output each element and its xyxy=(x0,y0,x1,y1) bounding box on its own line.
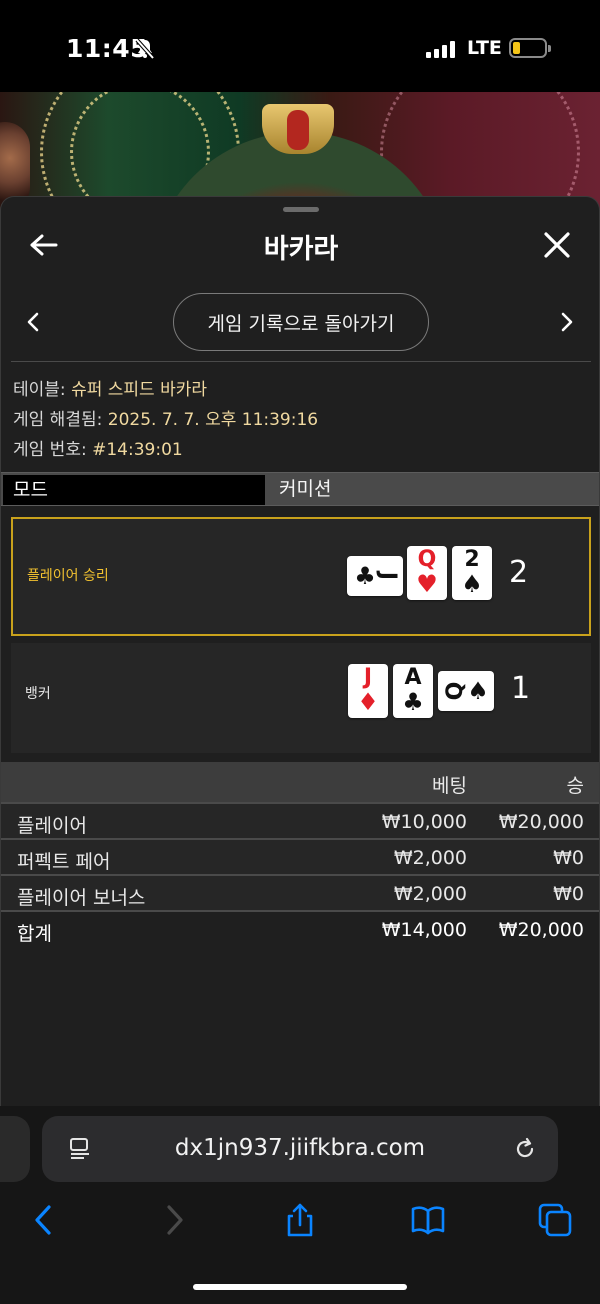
game-background xyxy=(0,92,600,212)
player-card-2-suit: ♥ xyxy=(416,570,438,598)
bet-column-header: 베팅 xyxy=(432,775,467,797)
muted-bell-icon xyxy=(135,38,155,60)
banker-card-1-suit: ♦ xyxy=(357,688,379,716)
tabs-icon[interactable] xyxy=(537,1202,573,1238)
player-card-3-suit: ♠ xyxy=(461,570,483,598)
next-game-chevron-icon[interactable] xyxy=(557,311,577,333)
bookmarks-icon[interactable] xyxy=(410,1202,446,1238)
banker-card-2-rank: A xyxy=(404,665,422,690)
banker-card-1-rank: J xyxy=(363,665,373,690)
banker-card-3: Q ♠ xyxy=(438,671,494,711)
browser-forward-icon[interactable] xyxy=(156,1202,192,1238)
total-row: 합계 ₩14,000 ₩20,000 xyxy=(1,910,599,946)
banker-card-1: J ♦ xyxy=(348,664,388,718)
player-score: 2 xyxy=(509,555,529,590)
player-card-1-rank: J xyxy=(375,571,400,581)
game-detail-sheet: 바카라 게임 기록으로 돌아가기 테이블: 슈퍼 스피드 바카라 게임 해결됨:… xyxy=(0,196,600,1106)
status-bar: 11:45 LTE xyxy=(0,0,600,92)
close-icon[interactable] xyxy=(543,231,571,259)
player-card-1: ♣ J xyxy=(347,556,403,596)
game-number-info: 게임 번호: #14:39:01 xyxy=(13,435,183,460)
sheet-title: 바카라 xyxy=(263,234,339,265)
game-navigation: 게임 기록으로 돌아가기 xyxy=(1,293,599,353)
banker-result-label: 뱅커 xyxy=(25,686,51,702)
table-row: 플레이어 ₩10,000 ₩20,000 xyxy=(1,802,599,838)
table-value: 슈퍼 스피드 바카라 xyxy=(71,380,207,400)
table-label: 테이블: xyxy=(13,380,66,400)
browser-chrome: dx1jn937.jiifkbra.com xyxy=(0,1106,600,1304)
win-amount: ₩0 xyxy=(553,883,584,905)
bets-table: 베팅 승 플레이어 ₩10,000 ₩20,000 퍼펙트 페어 ₩2,000 … xyxy=(1,762,599,946)
bet-type: 플레이어 xyxy=(17,815,87,837)
total-bet: ₩14,000 xyxy=(381,919,467,941)
game-number-value: #14:39:01 xyxy=(92,440,183,460)
mode-row: 모드 커미션 xyxy=(1,472,599,506)
previous-game-chevron-icon[interactable] xyxy=(23,311,43,333)
bet-type: 퍼펙트 페어 xyxy=(17,851,111,873)
player-card-3-rank: 2 xyxy=(464,547,480,572)
win-column-header: 승 xyxy=(566,775,584,797)
resolved-info: 게임 해결됨: 2025. 7. 7. 오후 11:39:16 xyxy=(13,405,318,430)
network-type: LTE xyxy=(467,37,502,59)
address-bar[interactable]: dx1jn937.jiifkbra.com xyxy=(42,1116,558,1182)
player-card-2: Q ♥ xyxy=(407,546,447,600)
win-amount: ₩20,000 xyxy=(498,811,584,833)
signal-icon xyxy=(426,40,455,58)
table-row: 플레이어 보너스 ₩2,000 ₩0 xyxy=(1,874,599,910)
url-text[interactable]: dx1jn937.jiifkbra.com xyxy=(42,1135,558,1161)
bet-amount: ₩10,000 xyxy=(381,811,467,833)
bets-header-row: 베팅 승 xyxy=(1,762,599,802)
reload-icon[interactable] xyxy=(512,1136,538,1162)
mode-label: 모드 xyxy=(3,475,265,505)
game-number-label: 게임 번호: xyxy=(13,440,87,460)
battery-icon xyxy=(509,38,551,58)
win-amount: ₩0 xyxy=(553,847,584,869)
sheet-grabber[interactable] xyxy=(283,207,319,212)
bet-type: 플레이어 보너스 xyxy=(17,887,146,909)
home-indicator[interactable] xyxy=(193,1284,407,1290)
mode-value: 커미션 xyxy=(279,478,332,500)
total-win: ₩20,000 xyxy=(498,919,584,941)
resolved-value: 2025. 7. 7. 오후 11:39:16 xyxy=(107,410,319,430)
banker-card-2: A ♣ xyxy=(393,664,433,718)
player-outcome: 플레이어 승리 ♣ J Q ♥ 2 ♠ 2 xyxy=(11,517,591,636)
player-card-2-rank: Q xyxy=(417,547,437,572)
banker-card-2-suit: ♣ xyxy=(402,688,424,716)
banker-score: 1 xyxy=(511,671,531,706)
divider xyxy=(11,361,591,362)
browser-back-icon[interactable] xyxy=(26,1202,62,1238)
bet-amount: ₩2,000 xyxy=(393,847,467,869)
player-result-label: 플레이어 승리 xyxy=(27,568,109,584)
bet-amount: ₩2,000 xyxy=(393,883,467,905)
previous-tab-preview[interactable] xyxy=(0,1116,30,1182)
banker-outcome: 뱅커 J ♦ A ♣ Q ♠ 1 xyxy=(11,643,591,753)
table-row: 퍼펙트 페어 ₩2,000 ₩0 xyxy=(1,838,599,874)
resolved-label: 게임 해결됨: xyxy=(13,410,103,430)
back-to-history-button[interactable]: 게임 기록으로 돌아가기 xyxy=(173,293,429,351)
table-info: 테이블: 슈퍼 스피드 바카라 xyxy=(13,375,207,400)
banker-card-3-suit: ♠ xyxy=(467,677,489,705)
total-label: 합계 xyxy=(17,923,52,945)
player-card-3: 2 ♠ xyxy=(452,546,492,600)
share-icon[interactable] xyxy=(282,1202,318,1238)
